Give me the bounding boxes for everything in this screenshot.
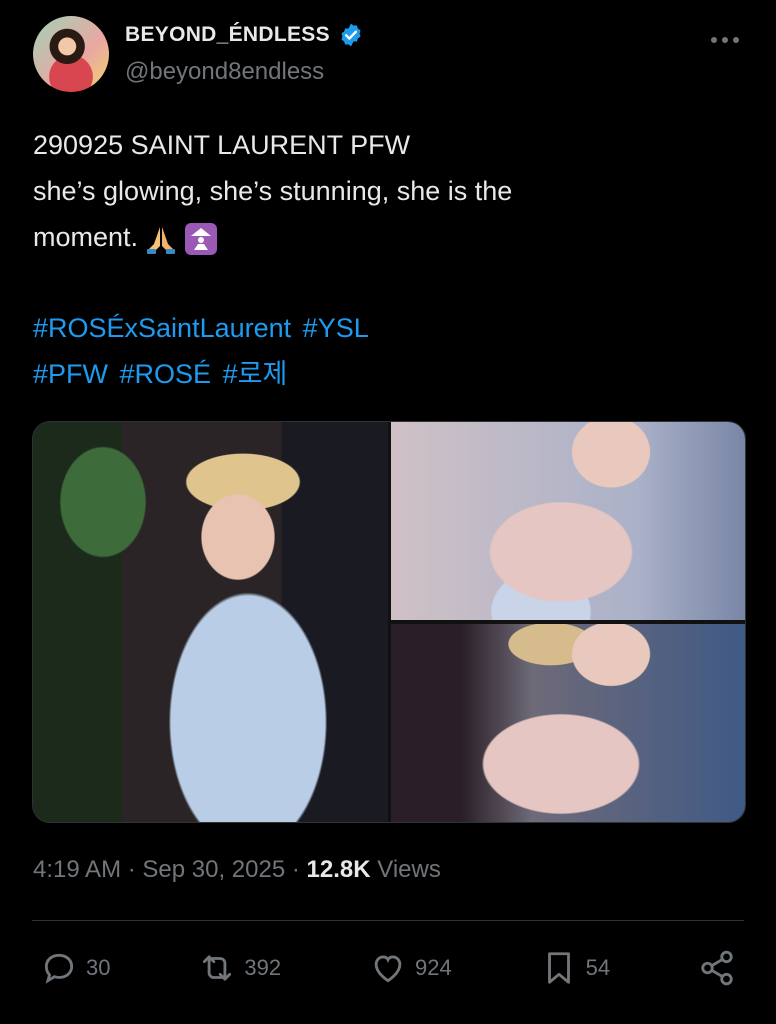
tweet-line-1: 290925 SAINT LAURENT PFW [33,130,411,160]
photo-2[interactable] [391,422,745,620]
bookmark-icon [547,952,570,984]
tweet-line-2: she’s glowing, she’s stunning, she is th… [33,176,513,206]
tweet-time[interactable]: 4:19 AM [33,856,121,883]
author-name-row: BEYOND_ÉNDLESS [125,22,364,48]
like-button[interactable]: 924 [369,949,452,987]
repost-icon [203,955,232,981]
tweet-line-3-text: moment. [33,222,139,252]
avatar[interactable] [33,16,109,92]
display-name[interactable]: BEYOND_ÉNDLESS [125,23,330,47]
repost-count: 392 [244,955,282,980]
meta-separator: · [127,856,143,883]
hashtags: #ROSÉxSaintLaurent #YSL #PFW #ROSÉ #로제 [33,305,373,397]
action-bar: 30 392 924 54 [40,945,736,991]
meta-separator: · [291,856,307,883]
reply-button[interactable]: 30 [40,949,110,987]
repost-button[interactable]: 392 [198,949,281,987]
tweet-text: 290925 SAINT LAURENT PFW she’s glowing, … [33,122,733,260]
hashtag-link[interactable]: #ROSÉxSaintLaurent [33,313,291,343]
photo-3[interactable] [391,624,745,822]
hashtag-link[interactable]: #YSL [303,313,369,343]
author-handle[interactable]: @beyond8endless [125,58,324,86]
tweet-line-3: moment. [33,214,733,260]
photo-1[interactable] [33,422,388,822]
more-options-button[interactable] [710,24,740,50]
verified-badge-icon [341,23,361,47]
like-count: 924 [414,955,452,980]
share-button[interactable] [698,949,736,987]
tweet-date[interactable]: Sep 30, 2025 [142,856,285,883]
heart-icon [374,955,402,983]
place-of-worship-emoji-icon [185,222,218,255]
tweet-meta: 4:19 AM · Sep 30, 2025 · 12.8K Views [33,856,441,884]
hashtag-link[interactable]: #PFW [33,359,108,389]
reply-count: 30 [86,955,111,980]
hashtag-link[interactable]: #ROSÉ [120,359,212,389]
more-horizontal-icon [711,37,739,43]
folded-hands-emoji-icon [147,226,176,254]
media-grid [32,421,746,823]
hashtag-line-1: #ROSÉxSaintLaurent #YSL [33,305,373,351]
bookmark-count: 54 [585,955,611,980]
views-label: Views [377,856,441,883]
divider [32,920,744,921]
reply-icon [44,953,74,984]
hashtag-line-2: #PFW #ROSÉ #로제 [33,351,373,397]
views-count: 12.8K [306,856,371,883]
bookmark-button[interactable]: 54 [540,949,610,987]
share-icon [701,950,733,986]
hashtag-link[interactable]: #로제 [223,359,288,389]
